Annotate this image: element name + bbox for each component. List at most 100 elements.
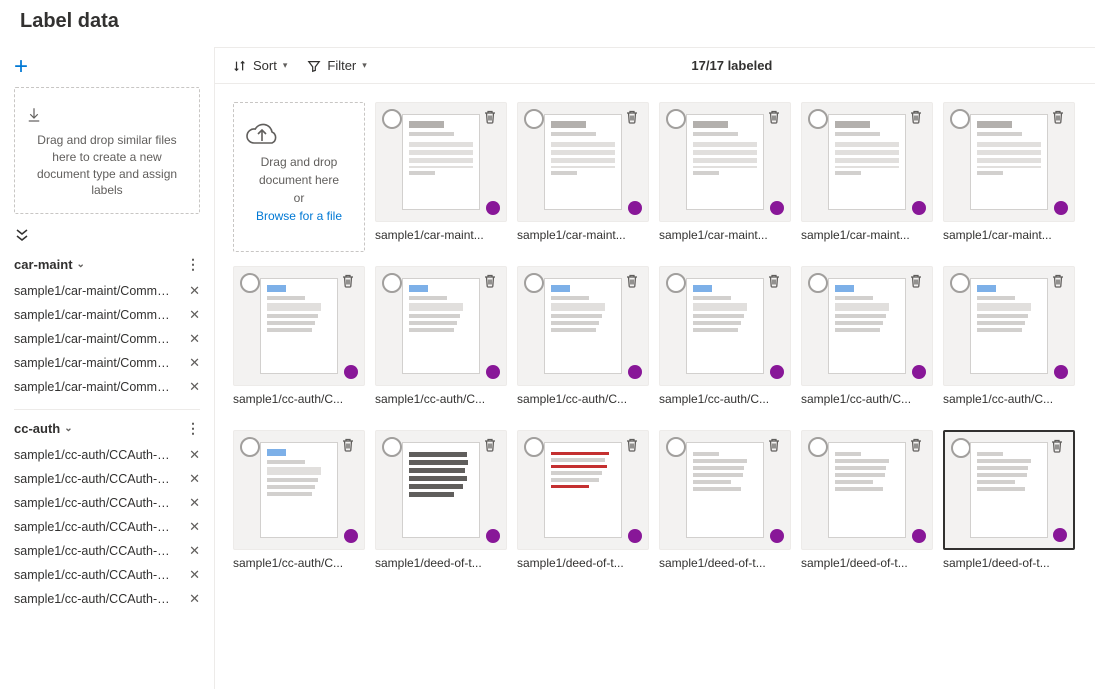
select-checkbox[interactable]: [382, 273, 402, 293]
file-item[interactable]: sample1/cc-auth/CCAuth-4....✕: [14, 515, 200, 539]
delete-icon[interactable]: [1050, 273, 1068, 291]
delete-icon[interactable]: [1050, 109, 1068, 127]
thumbnail[interactable]: [233, 266, 365, 386]
thumbnail[interactable]: [517, 430, 649, 550]
thumbnail[interactable]: [375, 430, 507, 550]
document-card[interactable]: sample1/car-maint...: [943, 102, 1075, 252]
file-item[interactable]: sample1/cc-auth/CCAuth-5....✕: [14, 539, 200, 563]
filter-button[interactable]: Filter ▾: [307, 58, 366, 73]
more-icon[interactable]: ⋮: [186, 420, 200, 437]
remove-icon[interactable]: ✕: [183, 379, 200, 395]
document-card[interactable]: sample1/car-maint...: [659, 102, 791, 252]
thumbnail[interactable]: [233, 430, 365, 550]
sort-button[interactable]: Sort ▾: [233, 58, 287, 73]
document-card[interactable]: sample1/cc-auth/C...: [801, 266, 933, 416]
thumbnail[interactable]: [517, 266, 649, 386]
select-checkbox[interactable]: [382, 109, 402, 129]
remove-icon[interactable]: ✕: [183, 543, 200, 559]
document-card[interactable]: sample1/cc-auth/C...: [375, 266, 507, 416]
collapse-toggle[interactable]: [14, 228, 200, 242]
group-header[interactable]: car-maint⌄: [14, 257, 85, 272]
sidebar-dropzone[interactable]: Drag and drop similar files here to crea…: [14, 87, 200, 214]
delete-icon[interactable]: [482, 273, 500, 291]
remove-icon[interactable]: ✕: [183, 331, 200, 347]
select-checkbox[interactable]: [950, 109, 970, 129]
select-checkbox[interactable]: [240, 437, 260, 457]
delete-icon[interactable]: [624, 273, 642, 291]
remove-icon[interactable]: ✕: [183, 495, 200, 511]
delete-icon[interactable]: [908, 273, 926, 291]
thumbnail[interactable]: [659, 430, 791, 550]
delete-icon[interactable]: [624, 437, 642, 455]
thumbnail[interactable]: [943, 266, 1075, 386]
file-item[interactable]: sample1/car-maint/Comme...✕: [14, 279, 200, 303]
document-card[interactable]: sample1/cc-auth/C...: [233, 430, 365, 580]
select-checkbox[interactable]: [382, 437, 402, 457]
select-checkbox[interactable]: [524, 437, 544, 457]
select-checkbox[interactable]: [808, 437, 828, 457]
document-card[interactable]: sample1/car-maint...: [375, 102, 507, 252]
document-card[interactable]: sample1/deed-of-t...: [943, 430, 1075, 580]
file-item[interactable]: sample1/car-maint/Comme...✕: [14, 327, 200, 351]
thumbnail[interactable]: [659, 266, 791, 386]
document-card[interactable]: sample1/cc-auth/C...: [943, 266, 1075, 416]
document-card[interactable]: sample1/car-maint...: [801, 102, 933, 252]
document-card[interactable]: sample1/deed-of-t...: [801, 430, 933, 580]
file-item[interactable]: sample1/cc-auth/CCAuth-7....✕: [14, 587, 200, 611]
file-item[interactable]: sample1/car-maint/Comme...✕: [14, 375, 200, 399]
remove-icon[interactable]: ✕: [183, 355, 200, 371]
delete-icon[interactable]: [766, 109, 784, 127]
remove-icon[interactable]: ✕: [183, 519, 200, 535]
remove-icon[interactable]: ✕: [183, 591, 200, 607]
file-item[interactable]: sample1/car-maint/Comme...✕: [14, 303, 200, 327]
select-checkbox[interactable]: [524, 109, 544, 129]
delete-icon[interactable]: [482, 437, 500, 455]
thumbnail[interactable]: [801, 102, 933, 222]
remove-icon[interactable]: ✕: [183, 471, 200, 487]
file-item[interactable]: sample1/cc-auth/CCAuth-1....✕: [14, 443, 200, 467]
thumbnail[interactable]: [517, 102, 649, 222]
file-item[interactable]: sample1/car-maint/Comme...✕: [14, 351, 200, 375]
file-item[interactable]: sample1/cc-auth/CCAuth-3....✕: [14, 491, 200, 515]
delete-icon[interactable]: [908, 437, 926, 455]
more-icon[interactable]: ⋮: [186, 256, 200, 273]
thumbnail[interactable]: [659, 102, 791, 222]
thumbnail[interactable]: [801, 266, 933, 386]
thumbnail[interactable]: [943, 430, 1075, 550]
remove-icon[interactable]: ✕: [183, 283, 200, 299]
add-button[interactable]: +: [14, 57, 200, 87]
remove-icon[interactable]: ✕: [183, 567, 200, 583]
delete-icon[interactable]: [340, 273, 358, 291]
document-card[interactable]: sample1/cc-auth/C...: [659, 266, 791, 416]
browse-link[interactable]: Browse for a file: [256, 209, 342, 223]
remove-icon[interactable]: ✕: [183, 447, 200, 463]
document-card[interactable]: sample1/deed-of-t...: [659, 430, 791, 580]
thumbnail[interactable]: [375, 266, 507, 386]
file-item[interactable]: sample1/cc-auth/CCAuth-6....✕: [14, 563, 200, 587]
thumbnail[interactable]: [801, 430, 933, 550]
thumbnail[interactable]: [375, 102, 507, 222]
select-checkbox[interactable]: [666, 437, 686, 457]
remove-icon[interactable]: ✕: [183, 307, 200, 323]
select-checkbox[interactable]: [666, 273, 686, 293]
file-item[interactable]: sample1/cc-auth/CCAuth-2....✕: [14, 467, 200, 491]
document-card[interactable]: sample1/deed-of-t...: [375, 430, 507, 580]
select-checkbox[interactable]: [951, 438, 971, 458]
select-checkbox[interactable]: [240, 273, 260, 293]
delete-icon[interactable]: [766, 273, 784, 291]
delete-icon[interactable]: [766, 437, 784, 455]
delete-icon[interactable]: [1049, 438, 1067, 456]
select-checkbox[interactable]: [808, 109, 828, 129]
document-card[interactable]: sample1/cc-auth/C...: [517, 266, 649, 416]
grid-dropzone[interactable]: Drag and drop document here or Browse fo…: [233, 102, 365, 252]
select-checkbox[interactable]: [950, 273, 970, 293]
thumbnail[interactable]: [943, 102, 1075, 222]
select-checkbox[interactable]: [808, 273, 828, 293]
document-card[interactable]: sample1/cc-auth/C...: [233, 266, 365, 416]
delete-icon[interactable]: [624, 109, 642, 127]
delete-icon[interactable]: [908, 109, 926, 127]
document-card[interactable]: sample1/car-maint...: [517, 102, 649, 252]
document-card[interactable]: sample1/deed-of-t...: [517, 430, 649, 580]
select-checkbox[interactable]: [666, 109, 686, 129]
select-checkbox[interactable]: [524, 273, 544, 293]
